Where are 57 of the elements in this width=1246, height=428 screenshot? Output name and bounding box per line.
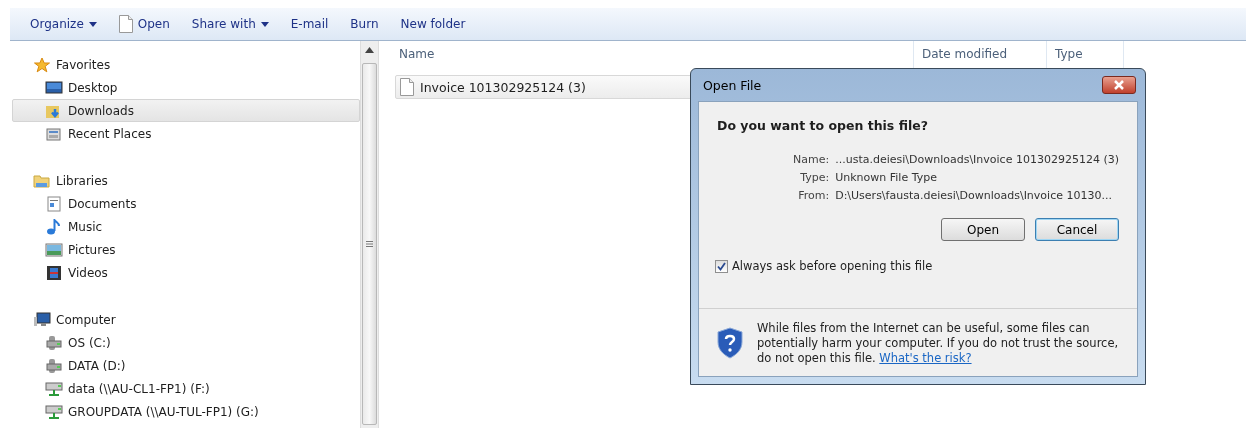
nav-item[interactable]: OS (C:) xyxy=(12,331,360,354)
nav-item[interactable]: DATA (D:) xyxy=(12,354,360,377)
music-note-icon xyxy=(45,218,63,235)
scrollbar[interactable] xyxy=(360,41,379,428)
nav-item[interactable]: data (\\AU-CL1-FP1) (F:) xyxy=(12,377,360,400)
network-drive-icon xyxy=(45,403,63,420)
detail-label: Name: xyxy=(792,153,830,166)
nav-item[interactable]: Videos xyxy=(12,261,360,284)
drive-icon xyxy=(45,357,63,374)
nav-item[interactable]: Documents xyxy=(12,192,360,215)
nav-item[interactable]: Music xyxy=(12,215,360,238)
file-icon xyxy=(400,78,414,96)
detail-value: ...usta.deiesi\Downloads\Invoice 101302925124 (3) xyxy=(835,153,1119,166)
dialog-title: Open File xyxy=(703,77,762,93)
toolbar-button[interactable]: E-mail xyxy=(280,13,339,35)
close-button[interactable] xyxy=(1102,76,1136,94)
folder-icon xyxy=(33,172,51,189)
nav-item[interactable]: Downloads xyxy=(12,99,360,122)
nav-item[interactable]: Recent Places xyxy=(12,122,360,145)
toolbar-button[interactable]: Share with xyxy=(181,13,279,35)
document-icon xyxy=(45,195,63,212)
toolbar-button[interactable]: Organize xyxy=(20,13,107,35)
nav-item[interactable]: Pictures xyxy=(12,238,360,261)
caret-icon xyxy=(260,21,269,27)
star-icon xyxy=(33,56,51,73)
detail-value: D:\Users\fausta.deiesi\Downloads\Invoice 10130... xyxy=(835,189,1113,202)
detail-value: Unknown File Type xyxy=(835,171,938,184)
nav-group[interactable]: Favorites xyxy=(12,53,360,76)
nav-group[interactable]: Libraries xyxy=(12,169,360,192)
toolbar-button[interactable]: Burn xyxy=(340,13,389,35)
film-icon xyxy=(45,264,63,281)
nav-group[interactable]: Computer xyxy=(12,308,360,331)
checkbox-label: Always ask before opening this file xyxy=(732,259,933,273)
shield-question-icon xyxy=(717,327,743,360)
scroll-up-icon[interactable] xyxy=(365,47,374,53)
nav-item[interactable]: GROUPDATA (\\AU-TUL-FP1) (G:) xyxy=(12,400,360,423)
risk-link[interactable]: What's the risk? xyxy=(879,351,972,366)
network-drive-icon xyxy=(45,380,63,397)
warning-text: While files from the Internet can be useful, some files can potentially harm your computer. If you do not trust the source, do not open this file. What's the risk? xyxy=(757,321,1119,366)
dialog-button[interactable]: Cancel xyxy=(1035,218,1119,241)
caret-icon xyxy=(88,21,97,27)
nav-item[interactable]: Desktop xyxy=(12,76,360,99)
file-icon xyxy=(118,15,133,33)
drive-icon xyxy=(45,334,63,351)
recent-places-icon xyxy=(45,125,63,142)
computer-icon xyxy=(33,311,51,328)
checkbox[interactable] xyxy=(715,259,728,273)
detail-label: From: xyxy=(797,189,830,202)
dialog-button[interactable]: Open xyxy=(941,218,1025,241)
toolbar-button[interactable]: Open xyxy=(108,11,180,37)
dialog-heading: Do you want to open this file? xyxy=(717,118,929,133)
picture-icon xyxy=(45,241,63,258)
close-icon xyxy=(1113,80,1125,90)
detail-label: Type: xyxy=(799,171,830,184)
grip-icon xyxy=(366,241,373,247)
toolbar-button[interactable]: New folder xyxy=(390,13,476,35)
monitor-icon xyxy=(45,79,63,96)
